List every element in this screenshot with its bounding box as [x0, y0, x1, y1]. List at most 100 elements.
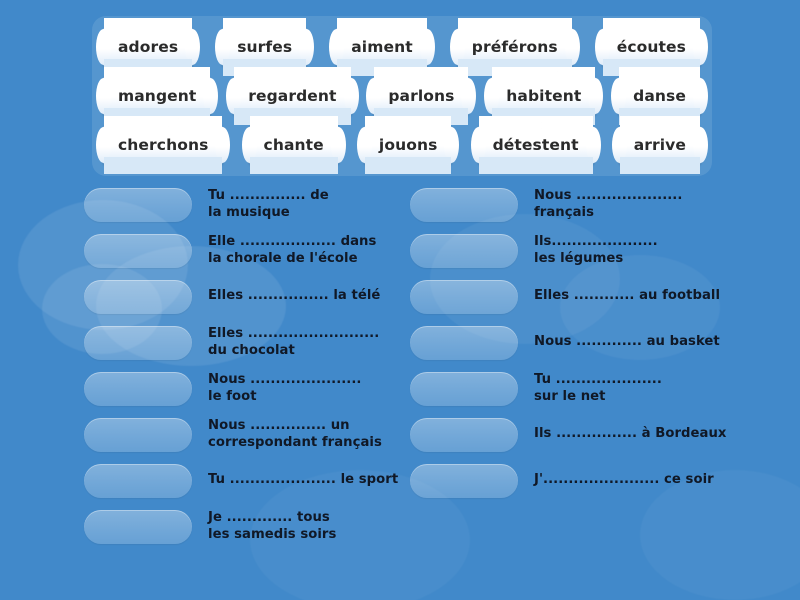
answer-row: Nous ..................... français: [410, 182, 750, 227]
word-tile-label: cherchons: [118, 136, 209, 154]
word-tile[interactable]: surfes: [215, 18, 315, 76]
answer-row: Nous ............. au basket: [410, 320, 750, 365]
word-tile[interactable]: cherchons: [96, 116, 231, 174]
cloud-edge-left: [226, 78, 242, 114]
cloud-edge-left: [484, 78, 500, 114]
drop-slot[interactable]: [84, 417, 192, 452]
cloud-edge-right: [564, 29, 580, 65]
answer-row: J'....................... ce soir: [410, 458, 750, 503]
drop-slot[interactable]: [84, 325, 192, 360]
drop-slot[interactable]: [410, 371, 518, 406]
answers-column-left: Tu ............... de la musique Elle ...…: [84, 182, 424, 550]
answer-row: Elles ................ la télé: [84, 274, 424, 319]
word-tile-label: arrive: [633, 136, 686, 154]
answers-area: Tu ............... de la musique Elle ...…: [0, 182, 800, 600]
word-bank-row: mangent regardent parlons habitent danse: [96, 67, 708, 125]
word-bank-row: adores surfes aiment préférons écoutes: [96, 18, 708, 76]
cloud-edge-right: [343, 78, 359, 114]
word-tile[interactable]: préférons: [449, 18, 580, 76]
cloud-edge-right: [330, 127, 346, 163]
drop-slot[interactable]: [84, 233, 192, 268]
answer-row: Ils..................... les légumes: [410, 228, 750, 273]
answer-sentence: Nous ............. au basket: [534, 334, 720, 350]
cloud-edge-left: [96, 127, 111, 163]
cloud-edge-right: [419, 29, 435, 65]
word-tile[interactable]: danse: [611, 67, 708, 125]
answer-sentence: Nous ............... un correspondant fr…: [208, 418, 382, 450]
answer-sentence: Je ............. tous les samedis soirs: [208, 510, 337, 542]
cloud-edge-left: [96, 78, 111, 114]
cloud-edge-left: [611, 78, 627, 114]
drop-slot[interactable]: [84, 187, 192, 222]
word-tile-label: danse: [633, 87, 686, 105]
word-tile-label: détestent: [492, 136, 579, 154]
word-tile[interactable]: jouons: [356, 116, 460, 174]
drop-slot[interactable]: [410, 417, 518, 452]
answer-sentence: Nous ...................... le foot: [208, 372, 362, 404]
cloud-edge-right: [461, 78, 477, 114]
word-tile-label: habitent: [506, 87, 582, 105]
cloud-edge-left: [241, 127, 257, 163]
drop-slot[interactable]: [410, 463, 518, 498]
word-tile[interactable]: arrive: [611, 116, 708, 174]
cloud-edge-right: [299, 29, 315, 65]
drop-slot[interactable]: [410, 325, 518, 360]
word-bank-panel: adores surfes aiment préférons écoutes mange…: [92, 16, 712, 176]
answer-sentence: Elles .......................... du choc…: [208, 326, 380, 358]
word-tile-label: jouons: [378, 136, 438, 154]
answer-sentence: Tu ..................... le sport: [208, 472, 399, 488]
answer-row: Elles .......................... du choc…: [84, 320, 424, 365]
cloud-edge-left: [215, 29, 231, 65]
answer-row: Tu ..................... sur le net: [410, 366, 750, 411]
cloud-edge-right: [215, 127, 231, 163]
cloud-edge-left: [470, 127, 486, 163]
answer-sentence: Elles ............ au football: [534, 288, 721, 304]
word-tile[interactable]: mangent: [96, 67, 219, 125]
answer-row: Elles ............ au football: [410, 274, 750, 319]
word-tile-label: préférons: [471, 38, 558, 56]
cloud-edge-left: [594, 29, 610, 65]
word-tile[interactable]: parlons: [366, 67, 477, 125]
cloud-edge-left: [356, 127, 372, 163]
drop-slot[interactable]: [84, 371, 192, 406]
drop-slot[interactable]: [410, 187, 518, 222]
word-tile-label: mangent: [118, 87, 197, 105]
cloud-edge-left: [329, 29, 345, 65]
answer-sentence: Elles ................ la télé: [208, 288, 381, 304]
cloud-edge-left: [449, 29, 465, 65]
word-tile[interactable]: adores: [96, 18, 201, 76]
cloud-edge-right: [693, 29, 708, 65]
word-tile[interactable]: aiment: [329, 18, 435, 76]
answer-sentence: Nous ..................... français: [534, 188, 683, 220]
drop-slot[interactable]: [410, 233, 518, 268]
word-tile-label: aiment: [351, 38, 413, 56]
answer-sentence: J'....................... ce soir: [534, 472, 714, 488]
drop-slot[interactable]: [84, 463, 192, 498]
word-tile-label: adores: [118, 38, 179, 56]
answers-column-right: Nous ..................... français Ils..…: [410, 182, 750, 504]
word-tile-label: écoutes: [616, 38, 686, 56]
drop-slot[interactable]: [410, 279, 518, 314]
word-tile-label: chante: [263, 136, 324, 154]
cloud-edge-right: [444, 127, 460, 163]
word-tile[interactable]: détestent: [470, 116, 601, 174]
drop-slot[interactable]: [84, 279, 192, 314]
cloud-edge-right: [693, 78, 708, 114]
answer-sentence: Ils ................ à Bordeaux: [534, 426, 727, 442]
answer-row: Je ............. tous les samedis soirs: [84, 504, 424, 549]
cloud-edge-right: [203, 78, 219, 114]
answer-sentence: Elle ................... dans la chorale…: [208, 234, 377, 266]
answer-row: Tu ............... de la musique: [84, 182, 424, 227]
answer-row: Tu ..................... le sport: [84, 458, 424, 503]
cloud-edge-right: [693, 127, 708, 163]
answer-sentence: Ils..................... les légumes: [534, 234, 658, 266]
drop-slot[interactable]: [84, 509, 192, 544]
cloud-edge-right: [585, 127, 601, 163]
answer-row: Nous ...................... le foot: [84, 366, 424, 411]
word-bank-row: cherchons chante jouons détestent arrive: [96, 116, 708, 174]
word-tile[interactable]: écoutes: [594, 18, 708, 76]
word-tile[interactable]: chante: [241, 116, 346, 174]
word-tile[interactable]: habitent: [484, 67, 604, 125]
word-tile[interactable]: regardent: [226, 67, 359, 125]
answer-row: Nous ............... un correspondant fr…: [84, 412, 424, 457]
